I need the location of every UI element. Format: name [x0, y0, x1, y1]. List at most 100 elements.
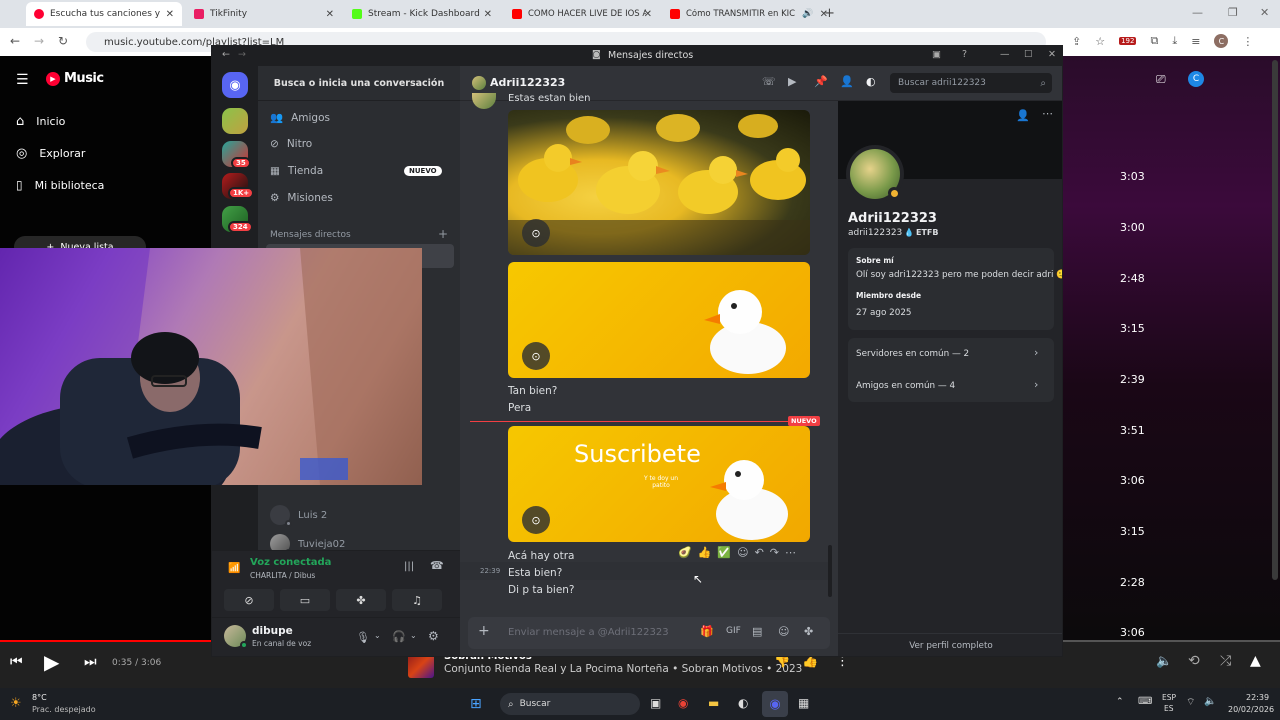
close-icon[interactable]: ✕	[1048, 49, 1056, 60]
expand-player-icon[interactable]: ▲	[1250, 653, 1261, 669]
ytmusic-logo-text[interactable]: Music	[64, 71, 104, 86]
browser-menu-icon[interactable]: ⋮	[1242, 35, 1253, 48]
tab-youtube-video-2[interactable]: Cómo TRANSMITIR en KIC 🔊 ✕	[662, 2, 836, 26]
install-app-icon[interactable]: ⇪	[1072, 35, 1081, 48]
reply-icon[interactable]: ↶	[755, 546, 764, 559]
file-explorer-icon[interactable]: ▬	[708, 696, 719, 710]
ytmusic-avatar[interactable]: C	[1188, 71, 1204, 87]
message-author-avatar[interactable]	[472, 93, 496, 109]
activities-button[interactable]: ✤	[336, 589, 386, 611]
image-camera-button[interactable]: ⊙	[522, 219, 550, 247]
nav-shop[interactable]: ▦ Tienda	[270, 165, 323, 177]
close-window-icon[interactable]: ✕	[1260, 6, 1269, 19]
reading-list-icon[interactable]: ≡	[1191, 35, 1200, 48]
tray-keyboard-icon[interactable]: ⌨	[1138, 696, 1152, 707]
minimize-icon[interactable]: —	[1000, 49, 1010, 60]
chrome-icon[interactable]: ◉	[678, 696, 688, 710]
mutual-friends-row[interactable]: Amigos en común — 4 ›	[848, 370, 1054, 402]
microphone-icon[interactable]: 🎙	[356, 631, 370, 644]
wifi-icon[interactable]: ⌔	[1186, 696, 1195, 709]
language-primary[interactable]: ESP	[1162, 693, 1176, 702]
nav-explorar[interactable]: ◎ Explorar	[16, 146, 85, 161]
reaction-check-icon[interactable]: ✅	[717, 546, 731, 559]
downloads-icon[interactable]: ⤓	[1172, 34, 1177, 48]
back-icon[interactable]: ←	[10, 34, 20, 48]
mutual-servers-row[interactable]: Servidores en común — 2 ›	[848, 338, 1054, 370]
server-icon[interactable]	[222, 108, 248, 134]
attach-plus-icon[interactable]: +	[478, 623, 490, 639]
camera-toggle-button[interactable]: ⊘	[224, 589, 274, 611]
maximize-window-icon[interactable]: ❐	[1228, 6, 1238, 19]
user-profile-icon[interactable]: ◐	[866, 75, 876, 88]
soundboard-button[interactable]: ♫	[392, 589, 442, 611]
view-full-profile-link[interactable]: Ver perfil completo	[838, 641, 1062, 651]
voice-status[interactable]: Voz conectada	[250, 557, 331, 568]
extensions-icon[interactable]: ⧉	[1150, 34, 1158, 48]
windows-start-icon[interactable]: ⊞	[470, 696, 482, 712]
tab-youtube-video-1[interactable]: COMO HACER LIVE DE IOS A K ✕	[504, 2, 660, 26]
recipient-name[interactable]: Adrii122323	[490, 76, 565, 89]
help-icon[interactable]: ?	[962, 49, 967, 60]
reaction-avocado-icon[interactable]: 🥑	[678, 546, 692, 559]
discord-home-icon[interactable]: ◉	[222, 72, 248, 98]
new-tab-button[interactable]: +	[824, 6, 835, 21]
headphones-icon[interactable]: 🎧	[392, 630, 406, 643]
profile-avatar[interactable]: C	[1214, 34, 1229, 48]
weather-temp[interactable]: 8°C	[32, 693, 47, 702]
weather-icon[interactable]: ☀	[10, 696, 22, 711]
obs-icon[interactable]: ◐	[738, 696, 748, 710]
weather-desc[interactable]: Prac. despejado	[32, 705, 96, 714]
maximize-icon[interactable]: ☐	[1024, 49, 1033, 60]
image-camera-button[interactable]: ⊙	[522, 506, 550, 534]
gif-icon[interactable]: GIF	[726, 626, 741, 636]
calculator-icon[interactable]: ▦	[798, 696, 809, 710]
user-name[interactable]: dibupe	[252, 625, 293, 637]
nav-inicio[interactable]: ⌂ Inicio	[16, 114, 65, 129]
settings-gear-icon[interactable]: ⚙	[428, 629, 439, 643]
duck-photo-image[interactable]: ⊙	[508, 110, 810, 255]
chevron-down-icon[interactable]: ⌄	[410, 631, 417, 640]
apps-icon[interactable]: ✤	[804, 625, 813, 638]
add-friends-icon[interactable]: 👤	[840, 75, 854, 88]
next-icon[interactable]: ⏭	[84, 654, 97, 670]
disconnect-icon[interactable]: ☎	[430, 559, 444, 572]
video-call-icon[interactable]: ▶	[788, 75, 796, 88]
white-duck-image[interactable]: ⊙	[508, 262, 810, 378]
sticker-icon[interactable]: ▤	[752, 625, 762, 638]
close-tab-icon[interactable]: ✕	[326, 9, 334, 20]
recipient-avatar[interactable]	[472, 76, 486, 90]
chat-scrollbar[interactable]	[828, 545, 832, 597]
chevron-down-icon[interactable]: ⌄	[374, 631, 381, 640]
voice-call-icon[interactable]: ☏	[762, 75, 776, 88]
volume-icon[interactable]: 🔈	[1156, 654, 1172, 669]
dm-item[interactable]: Luis 2	[270, 505, 327, 527]
previous-icon[interactable]: ⏮	[10, 654, 23, 670]
taskbar-search[interactable]: ⌕ Buscar	[500, 693, 640, 715]
pinned-messages-icon[interactable]: 📌	[814, 75, 828, 88]
chat-search-input[interactable]: Buscar adrii122323 ⌕	[890, 73, 1052, 93]
message-input[interactable]: + Enviar mensaje a @Adrii122323 🎁 GIF ▤ …	[468, 617, 830, 649]
close-tab-icon[interactable]: ✕	[166, 9, 174, 20]
volume-icon[interactable]: 🔈	[1204, 696, 1216, 707]
subscribe-image[interactable]: Suscribete Y te doy un patito ⊙	[508, 426, 810, 542]
nav-friends[interactable]: 👥 Amigos	[270, 111, 330, 125]
forward-icon[interactable]: →	[238, 49, 246, 60]
task-view-icon[interactable]: ▣	[650, 696, 661, 710]
tab-youtube-music[interactable]: Escucha tus canciones y álbum ✕	[26, 2, 182, 26]
hamburger-menu-icon[interactable]: ☰	[16, 72, 29, 88]
clock-time[interactable]: 22:39	[1246, 693, 1269, 702]
track-subtitle[interactable]: Conjunto Rienda Real y La Pocima Norteña…	[444, 663, 802, 675]
noise-suppression-icon[interactable]: |||	[404, 561, 414, 572]
gift-icon[interactable]: 🎁	[700, 625, 714, 638]
shuffle-icon[interactable]: ⤮	[1220, 653, 1231, 669]
clock-date[interactable]: 20/02/2026	[1228, 705, 1274, 714]
more-options-icon[interactable]: ⋯	[1042, 107, 1053, 120]
cast-icon[interactable]: ⎚	[1156, 72, 1166, 87]
profile-avatar[interactable]	[846, 145, 904, 203]
back-icon[interactable]: ←	[222, 49, 230, 60]
discord-taskbar-icon[interactable]: ◉	[762, 691, 788, 717]
inbox-icon[interactable]: ▣	[932, 49, 941, 60]
more-icon[interactable]: ⋯	[785, 546, 796, 559]
close-tab-icon[interactable]: ✕	[644, 9, 652, 20]
bookmark-star-icon[interactable]: ☆	[1095, 35, 1105, 48]
